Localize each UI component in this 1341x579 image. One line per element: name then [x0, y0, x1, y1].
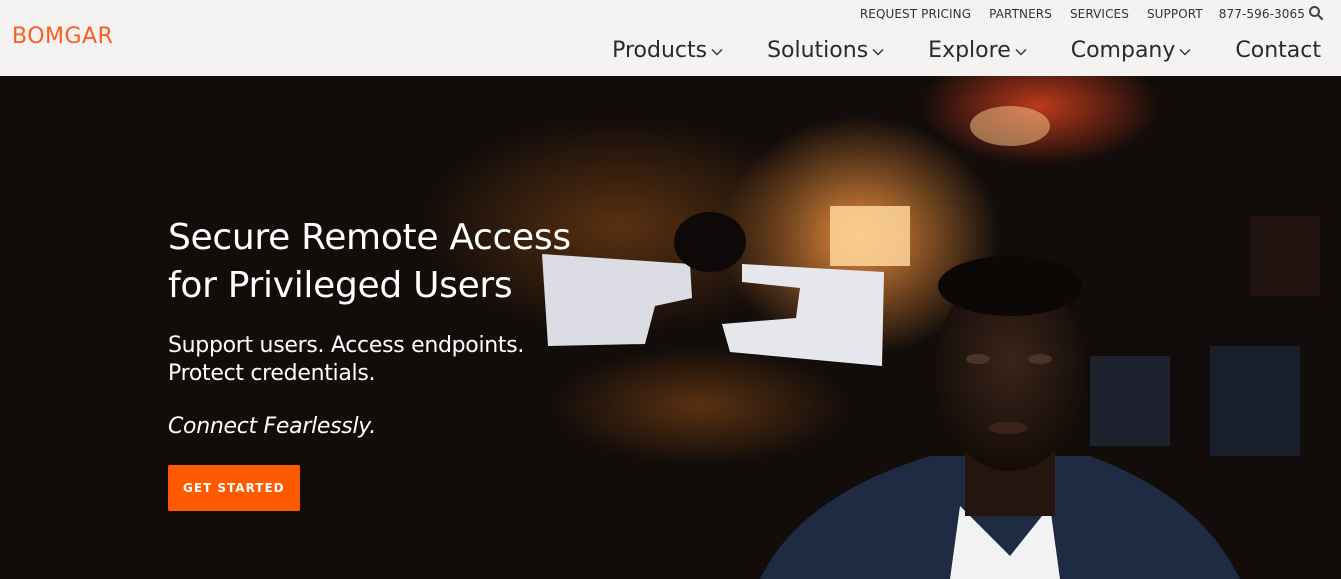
util-link-partners[interactable]: PARTNERS — [989, 7, 1052, 21]
chevron-down-icon — [1015, 49, 1027, 56]
util-link-services[interactable]: SERVICES — [1070, 7, 1129, 21]
chevron-down-icon — [872, 49, 884, 56]
hero-headline-line1: Secure Remote Access — [168, 217, 571, 258]
nav-item-company[interactable]: Company — [1071, 38, 1192, 63]
nav-label-solutions: Solutions — [767, 38, 869, 63]
nav-label-products: Products — [612, 38, 708, 63]
hero-copy: Secure Remote Access for Privileged User… — [168, 214, 571, 511]
utility-nav: REQUEST PRICING PARTNERS SERVICES SUPPOR… — [860, 7, 1305, 21]
nav-label-contact: Contact — [1235, 38, 1321, 63]
hero-sub-line2: Protect credentials. — [168, 361, 376, 386]
site-header: BOMGAR REQUEST PRICING PARTNERS SERVICES… — [0, 0, 1341, 76]
hero-headline: Secure Remote Access for Privileged User… — [168, 214, 571, 310]
hero-sub-line1: Support users. Access endpoints. — [168, 333, 525, 358]
hero-tagline: Connect Fearlessly. — [168, 414, 376, 439]
nav-item-explore[interactable]: Explore — [928, 38, 1027, 63]
bomgar-logo[interactable]: BOMGAR — [12, 24, 113, 49]
util-link-request-pricing[interactable]: REQUEST PRICING — [860, 7, 971, 21]
nav-item-solutions[interactable]: Solutions — [767, 38, 884, 63]
nav-label-company: Company — [1070, 38, 1176, 63]
chevron-down-icon — [1179, 49, 1191, 56]
hero-subheadline: Support users. Access endpoints. Protect… — [168, 332, 571, 388]
search-icon[interactable] — [1308, 5, 1324, 21]
phone-link[interactable]: 877-596-3065 — [1219, 7, 1305, 21]
nav-label-explore: Explore — [928, 38, 1011, 63]
hero-headline-line2: for Privileged Users — [168, 265, 513, 306]
nav-item-products[interactable]: Products — [612, 38, 723, 63]
nav-item-contact[interactable]: Contact — [1235, 38, 1321, 63]
chevron-down-icon — [711, 49, 723, 56]
util-link-support[interactable]: SUPPORT — [1147, 7, 1203, 21]
get-started-button[interactable]: GET STARTED — [168, 465, 300, 511]
hero-section: Secure Remote Access for Privileged User… — [0, 76, 1341, 579]
main-nav: Products Solutions Explore Company Conta… — [612, 38, 1321, 63]
